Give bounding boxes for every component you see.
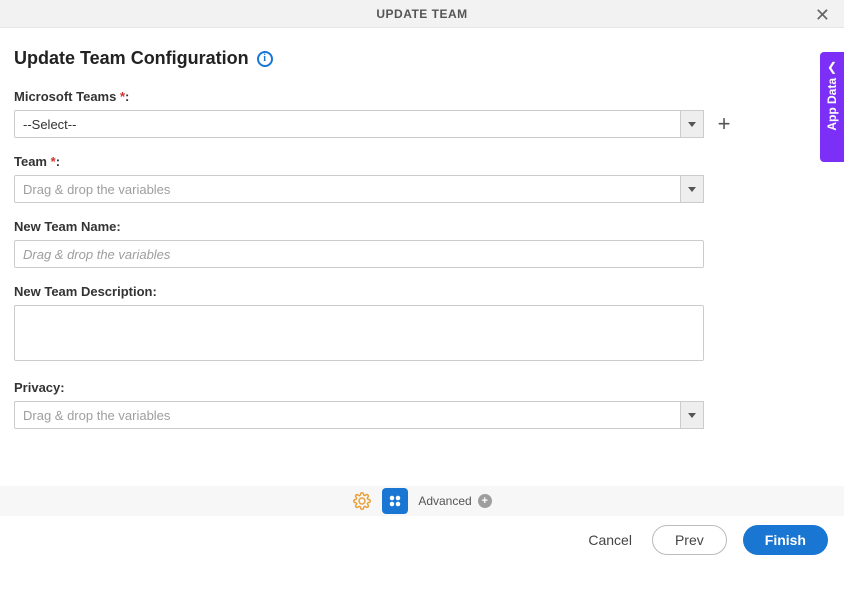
footer: Cancel Prev Finish — [0, 516, 844, 564]
close-icon: ✕ — [815, 5, 830, 25]
label-new-team-description: New Team Description: — [14, 284, 830, 299]
chevron-down-icon[interactable] — [680, 401, 704, 429]
select-input-microsoft-teams[interactable] — [14, 110, 704, 138]
label-text: Microsoft Teams — [14, 89, 116, 104]
label-colon: : — [56, 154, 60, 169]
field-team: Team *: — [14, 154, 830, 203]
bottom-toolbar: Advanced + — [0, 486, 844, 516]
label-colon: : — [125, 89, 129, 104]
select-privacy[interactable] — [14, 401, 704, 429]
variables-button[interactable] — [382, 488, 408, 514]
plus-icon: + — [718, 113, 731, 135]
label-text: Team — [14, 154, 47, 169]
field-privacy: Privacy: — [14, 380, 830, 429]
advanced-toggle[interactable]: Advanced + — [418, 494, 491, 508]
select-microsoft-teams[interactable] — [14, 110, 704, 138]
app-data-panel-toggle[interactable]: ❮ App Data — [820, 52, 844, 162]
label-microsoft-teams: Microsoft Teams *: — [14, 89, 830, 104]
prev-button[interactable]: Prev — [652, 525, 727, 555]
select-input-privacy[interactable] — [14, 401, 704, 429]
field-new-team-description: New Team Description: — [14, 284, 830, 364]
page-heading-row: Update Team Configuration i — [14, 48, 830, 69]
page-heading: Update Team Configuration — [14, 48, 249, 69]
chevron-down-icon[interactable] — [680, 175, 704, 203]
plus-circle-icon: + — [478, 494, 492, 508]
select-team[interactable] — [14, 175, 704, 203]
app-data-label: App Data — [825, 78, 839, 131]
cancel-button[interactable]: Cancel — [584, 526, 636, 554]
textarea-new-team-description[interactable] — [14, 305, 704, 361]
label-team: Team *: — [14, 154, 830, 169]
modal-title: UPDATE TEAM — [376, 7, 467, 21]
add-connection-button[interactable]: + — [714, 114, 734, 134]
modal-header: UPDATE TEAM ✕ — [0, 0, 844, 28]
label-privacy: Privacy: — [14, 380, 830, 395]
chevron-down-icon[interactable] — [680, 110, 704, 138]
close-button[interactable]: ✕ — [809, 4, 836, 26]
finish-button[interactable]: Finish — [743, 525, 828, 555]
settings-button[interactable] — [352, 491, 372, 511]
variables-icon — [386, 492, 404, 510]
info-icon[interactable]: i — [257, 51, 273, 67]
content-area: Update Team Configuration i Microsoft Te… — [0, 28, 844, 516]
label-new-team-name: New Team Name: — [14, 219, 830, 234]
advanced-label-text: Advanced — [418, 494, 471, 508]
chevron-left-icon: ❮ — [827, 60, 837, 74]
select-input-team[interactable] — [14, 175, 704, 203]
field-new-team-name: New Team Name: — [14, 219, 830, 268]
field-microsoft-teams: Microsoft Teams *: + — [14, 89, 830, 138]
input-new-team-name[interactable] — [14, 240, 704, 268]
select-row-microsoft-teams: + — [14, 110, 830, 138]
gear-icon — [353, 492, 371, 510]
